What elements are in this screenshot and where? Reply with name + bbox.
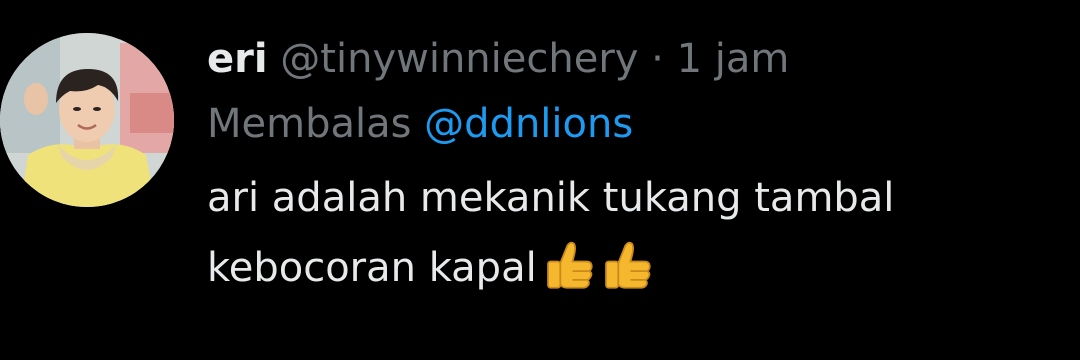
tweet-text-line: kebocoran kapal — [207, 245, 537, 291]
timestamp[interactable]: 1 jam — [677, 36, 790, 82]
display-name[interactable]: eri — [207, 36, 268, 82]
tweet: eri @tinywinniechery · 1 jam Membalas @d… — [0, 0, 1080, 360]
thumbs-up-icon — [604, 241, 651, 289]
tweet-header: eri @tinywinniechery · 1 jam — [207, 30, 1067, 88]
user-handle[interactable]: @tinywinniechery — [280, 36, 638, 82]
reply-prefix: Membalas — [207, 101, 412, 147]
tweet-text: ari adalah mekanik tukang tambal kebocor… — [207, 163, 1067, 303]
separator-dot: · — [651, 36, 664, 82]
tweet-content: eri @tinywinniechery · 1 jam Membalas @d… — [207, 30, 1067, 303]
reply-context: Membalas @ddnlions — [207, 93, 1067, 155]
tweet-text-line: ari adalah mekanik tukang tambal — [207, 175, 895, 221]
reply-mention-link[interactable]: @ddnlions — [424, 101, 633, 147]
avatar-image — [0, 33, 174, 207]
thumbs-up-icon — [546, 241, 593, 289]
tweet-text-line-with-emoji: kebocoran kapal — [207, 233, 1067, 303]
avatar[interactable] — [0, 33, 174, 207]
